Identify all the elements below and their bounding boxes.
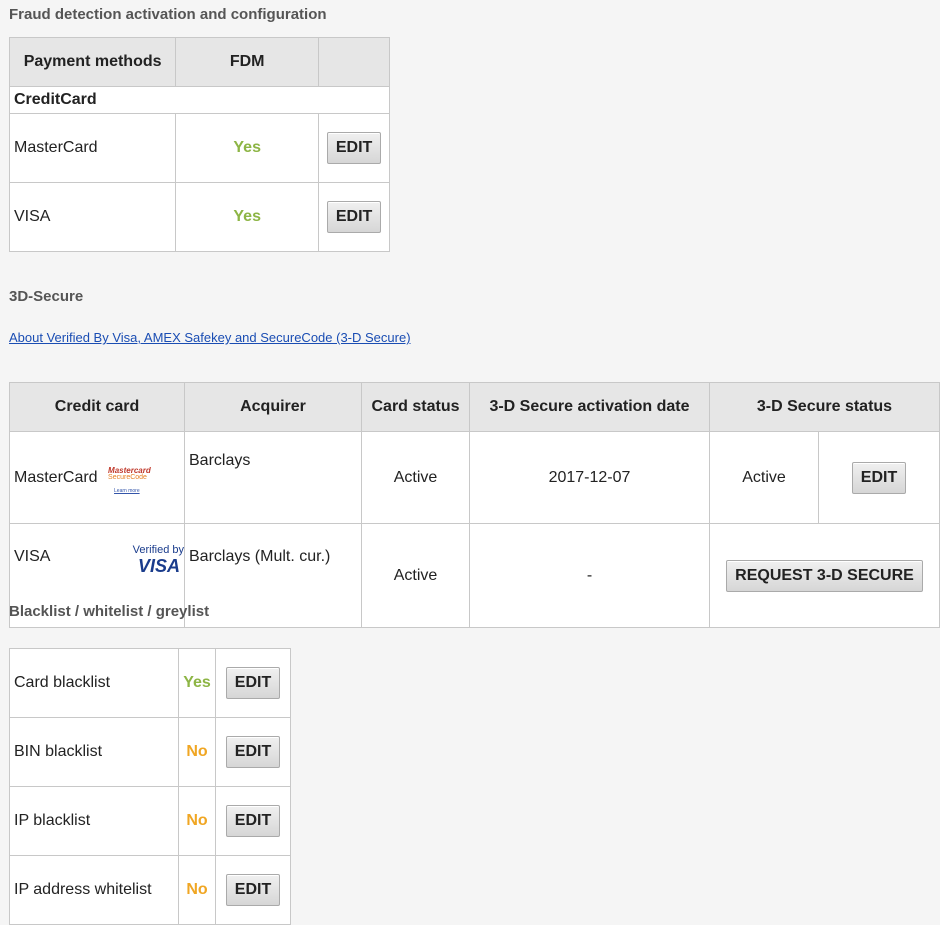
edit-card-blacklist-button[interactable]: EDIT <box>225 667 281 699</box>
method-visa: VISA <box>8 182 177 252</box>
table-row: MasterCard Mastercard SecureCode Learn m… <box>9 431 940 524</box>
card-status-visa: Active <box>361 523 470 628</box>
list-ip-blacklist: IP blacklist <box>9 786 179 856</box>
fdm-table: Payment methods FDM CreditCard MasterCar… <box>8 37 390 252</box>
edit-fdm-visa-button[interactable]: EDIT <box>326 201 382 233</box>
table-row: BIN blacklist No EDIT <box>9 717 291 787</box>
lists-table: Card blacklist Yes EDIT BIN blacklist No… <box>9 648 291 925</box>
header-credit-card: Credit card <box>9 382 185 432</box>
lists-section-title: Blacklist / whitelist / greylist <box>9 603 210 620</box>
edit-bin-blacklist-button[interactable]: EDIT <box>225 736 281 768</box>
card-mastercard: MasterCard <box>14 468 98 486</box>
tds-header-row: Credit card Acquirer Card status 3-D Sec… <box>9 382 940 432</box>
table-row: Card blacklist Yes EDIT <box>9 648 291 718</box>
activation-date-visa: - <box>469 523 710 628</box>
fraud-section-title: Fraud detection activation and configura… <box>9 6 327 23</box>
list-bin-blacklist: BIN blacklist <box>9 717 179 787</box>
group-creditcard: CreditCard <box>9 86 390 114</box>
status-bin-blacklist: No <box>178 717 216 787</box>
card-status-mastercard: Active <box>361 431 470 524</box>
status-card-blacklist: Yes <box>178 648 216 718</box>
header-tds-status: 3-D Secure status <box>709 382 940 432</box>
fdm-header-row: Payment methods FDM <box>8 37 390 87</box>
activation-date-mastercard: 2017-12-07 <box>469 431 710 524</box>
mastercard-securecode-logo: Mastercard SecureCode Learn more <box>108 465 151 494</box>
edit-fdm-mastercard-button[interactable]: EDIT <box>326 132 382 164</box>
table-row: MasterCard Yes EDIT <box>8 113 390 183</box>
header-acquirer: Acquirer <box>184 382 362 432</box>
card-visa: VISA <box>14 548 51 565</box>
fdm-group-row: CreditCard <box>9 86 390 114</box>
header-actions <box>318 37 390 87</box>
fdm-status-visa: Yes <box>175 182 320 252</box>
header-card-status: Card status <box>361 382 470 432</box>
table-row: VISA Yes EDIT <box>8 182 390 252</box>
edit-ip-whitelist-button[interactable]: EDIT <box>225 874 281 906</box>
header-fdm: FDM <box>175 37 320 87</box>
about-3ds-link[interactable]: About Verified By Visa, AMEX Safekey and… <box>9 330 411 345</box>
acquirer-mastercard: Barclays <box>184 431 362 524</box>
edit-ip-blacklist-button[interactable]: EDIT <box>225 805 281 837</box>
method-mastercard: MasterCard <box>8 113 177 183</box>
list-ip-whitelist: IP address whitelist <box>9 855 179 925</box>
status-ip-whitelist: No <box>178 855 216 925</box>
edit-tds-mastercard-button[interactable]: EDIT <box>851 461 907 494</box>
tds-section-title: 3D-Secure <box>9 288 84 305</box>
header-activation-date: 3-D Secure activation date <box>469 382 710 432</box>
request-3ds-button[interactable]: REQUEST 3-D SECURE <box>726 559 923 592</box>
tds-table: Credit card Acquirer Card status 3-D Sec… <box>9 382 940 628</box>
header-payment-methods: Payment methods <box>8 37 177 87</box>
table-row: IP address whitelist No EDIT <box>9 855 291 925</box>
acquirer-visa: Barclays (Mult. cur.) <box>184 523 362 628</box>
table-row: IP blacklist No EDIT <box>9 786 291 856</box>
fdm-status-mastercard: Yes <box>175 113 320 183</box>
list-card-blacklist: Card blacklist <box>9 648 179 718</box>
tds-status-mastercard: Active <box>709 431 819 524</box>
verified-by-visa-logo: Verified by VISA <box>132 544 184 576</box>
status-ip-blacklist: No <box>178 786 216 856</box>
